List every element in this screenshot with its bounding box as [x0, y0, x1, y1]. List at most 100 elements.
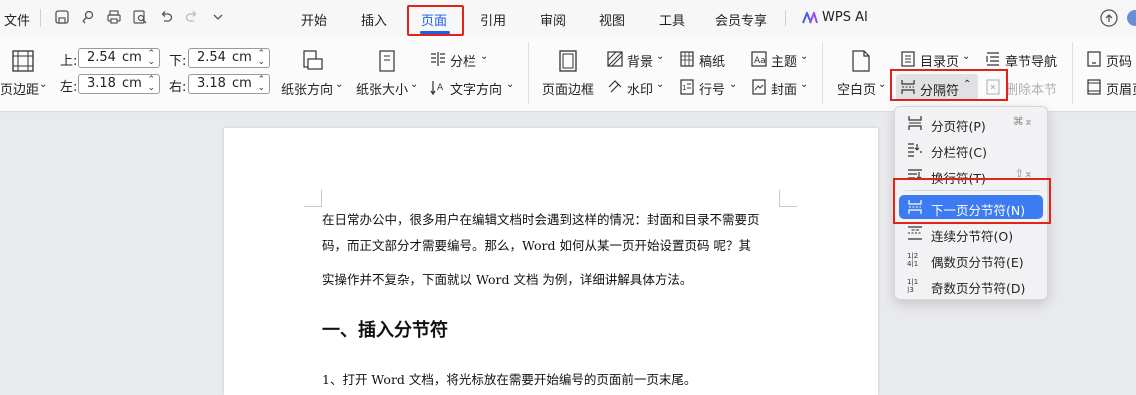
margins-button[interactable]: 页边距	[0, 79, 39, 98]
header-footer-button[interactable]: 页眉页	[1106, 79, 1136, 98]
blank-page-button[interactable]: 空白页	[837, 79, 876, 98]
watermark-icon[interactable]	[607, 79, 623, 95]
menu-item-continuous-section-break[interactable]: == 连续分节符(O)	[899, 221, 1043, 245]
text-direction-icon[interactable]: A	[430, 79, 446, 97]
chevron-down-icon: ⌄	[656, 51, 665, 62]
manuscript-button[interactable]: 稿纸	[699, 51, 725, 70]
spinner-icon[interactable]: ⌃ ⌄	[257, 76, 265, 93]
left-margin-unit: cm	[122, 76, 142, 91]
paragraph-line[interactable]: 码，而正文部分才需要编号。那么，Word 如何从某一页开始设置页码 呢？其	[322, 235, 751, 254]
chapter-nav-icon[interactable]	[985, 51, 1001, 67]
avatar[interactable]	[1126, 9, 1136, 27]
chevron-down-icon: ⌄	[39, 79, 48, 90]
menu-bar: 文件 开始 插入 页面 引用 审阅 视图 工具 会员专享 WPS AI	[0, 0, 1136, 36]
blank-page-icon[interactable]	[851, 50, 871, 72]
tab-tools[interactable]: 工具	[659, 10, 685, 29]
left-margin-input[interactable]: 3.18 cm ⌃ ⌄	[78, 74, 160, 94]
cover-icon[interactable]	[751, 79, 767, 95]
tab-home[interactable]: 开始	[301, 10, 327, 29]
section-heading[interactable]: 一、插入分节符	[322, 316, 448, 342]
chevron-down-icon: ⌄	[656, 79, 665, 90]
document-page[interactable]	[224, 128, 878, 395]
paragraph-line[interactable]: 在日常办公中，很多用户在编辑文档时会遇到这样的情况：封面和目录不需要页	[322, 209, 760, 228]
page-border-button[interactable]: 页面边框	[542, 79, 594, 98]
line-number-button[interactable]: 行号	[699, 79, 725, 98]
top-margin-value: 2.54	[87, 50, 116, 65]
spinner-icon[interactable]: ⌃ ⌄	[257, 50, 265, 67]
chevron-down-icon: ⌄	[800, 79, 809, 90]
right-margin-unit: cm	[232, 76, 252, 91]
manuscript-icon[interactable]	[679, 51, 695, 67]
divider	[40, 9, 41, 27]
chapter-nav-button[interactable]: 章节导航	[1005, 51, 1057, 70]
divider	[785, 10, 786, 26]
spinner-icon[interactable]: ⌃ ⌄	[147, 50, 155, 67]
watermark-button[interactable]: 水印	[627, 79, 653, 98]
save-icon[interactable]	[54, 9, 72, 27]
orientation-button[interactable]: 纸张方向	[281, 79, 333, 98]
file-menu[interactable]: 文件	[4, 10, 30, 29]
tab-review[interactable]: 审阅	[540, 10, 566, 29]
toc-page-button[interactable]: 目录页	[920, 51, 959, 70]
cloud-upload-icon[interactable]	[1100, 9, 1118, 27]
theme-button[interactable]: 主题	[771, 51, 797, 70]
chevron-down-icon: ⌄	[878, 79, 887, 90]
crop-mark	[304, 206, 322, 207]
continuous-section-break-icon: ==	[907, 225, 923, 244]
wps-ai-icon	[802, 12, 818, 24]
redo-icon[interactable]	[184, 9, 202, 27]
background-button[interactable]: 背景	[627, 51, 653, 70]
orientation-icon[interactable]	[301, 50, 323, 72]
tab-wps-ai[interactable]: WPS AI	[822, 10, 868, 25]
paper-size-icon[interactable]	[376, 50, 398, 72]
chevron-down-icon: ⌄	[729, 79, 738, 90]
paper-size-button[interactable]: 纸张大小	[356, 79, 408, 98]
page-number-button[interactable]: 页码	[1106, 51, 1132, 70]
svg-text:4|1: 4|1	[907, 260, 918, 267]
svg-text:|3: |3	[907, 286, 914, 293]
line-number-icon[interactable]: 1	[679, 79, 695, 95]
page-number-icon[interactable]	[1086, 51, 1102, 67]
background-icon[interactable]	[607, 51, 623, 67]
undo-icon[interactable]	[158, 9, 176, 27]
theme-icon[interactable]: Aa	[751, 51, 767, 67]
odd-page-section-break-icon: 1|1 |3	[907, 277, 923, 296]
right-margin-input[interactable]: 3.18 cm ⌃ ⌄	[188, 74, 270, 94]
bottom-margin-input[interactable]: 2.54 cm ⌃ ⌄	[188, 48, 270, 68]
cover-button[interactable]: 封面	[771, 79, 797, 98]
menu-item-odd-page-section-break[interactable]: 1|1 |3 奇数页分节符(D)	[899, 273, 1043, 297]
bottom-margin-label: 下:	[169, 54, 187, 69]
active-tab-indicator	[420, 31, 450, 34]
svg-text:1|2: 1|2	[907, 252, 918, 260]
margins-icon[interactable]	[12, 50, 34, 72]
toc-page-icon[interactable]	[900, 51, 916, 67]
tab-member[interactable]: 会员专享	[715, 10, 767, 29]
top-margin-input[interactable]: 2.54 cm ⌃ ⌄	[78, 48, 160, 68]
left-margin-label: 左:	[60, 80, 78, 95]
chevron-down-icon: ⌄	[335, 79, 344, 90]
crop-mark	[321, 190, 322, 207]
menu-item-even-page-section-break[interactable]: 1|2 4|1 偶数页分节符(E)	[899, 247, 1043, 271]
tab-view[interactable]: 视图	[599, 10, 625, 29]
columns-button[interactable]: 分栏	[450, 51, 476, 70]
spinner-icon[interactable]: ⌃ ⌄	[147, 76, 155, 93]
header-footer-icon[interactable]	[1086, 79, 1102, 95]
top-margin-label: 上:	[60, 54, 78, 69]
chevron-down-icon: ⌄	[962, 51, 971, 62]
page-border-icon[interactable]	[557, 50, 579, 72]
paragraph-line[interactable]: 实操作并不复杂，下面就以 Word 文档 为例，详细讲解具体方法。	[322, 269, 692, 288]
chevron-down-icon[interactable]	[210, 9, 228, 27]
menu-item-column-break[interactable]: 分栏符(C)	[899, 137, 1043, 161]
chevron-down-icon: ⌄	[800, 51, 809, 62]
tab-insert[interactable]: 插入	[361, 10, 387, 29]
menu-item-page-break[interactable]: 分页符(P) ⌘⌅	[899, 111, 1043, 135]
columns-icon[interactable]	[430, 51, 446, 67]
text-direction-button[interactable]: 文字方向	[450, 79, 502, 98]
bottom-margin-value: 2.54	[197, 50, 226, 65]
tab-references[interactable]: 引用	[480, 10, 506, 29]
print-preview-icon[interactable]	[132, 9, 150, 27]
paragraph-line[interactable]: 1、打开 Word 文档，将光标放在需要开始编号的页面前一页末尾。	[322, 369, 696, 388]
left-margin-value: 3.18	[87, 76, 116, 91]
print-icon[interactable]	[106, 9, 124, 27]
link-icon[interactable]	[80, 9, 98, 27]
